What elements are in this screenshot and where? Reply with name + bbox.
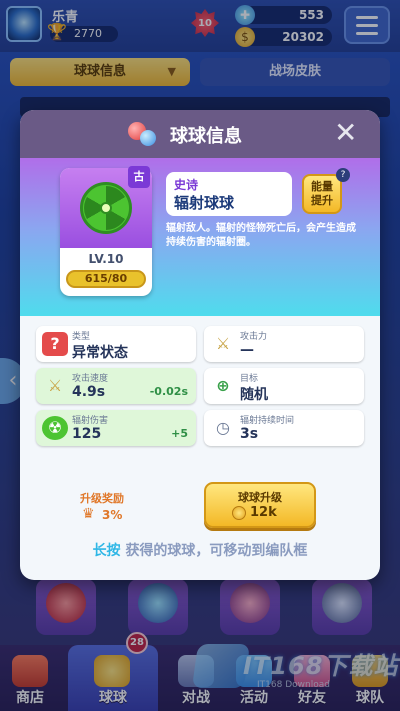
energy-boost-button[interactable]: 能量 提升 [302,174,342,214]
stat-label: 目标 [240,374,259,384]
stat-delta: +5 [171,427,188,440]
blue-ball-icon [140,130,156,146]
upgrade-cost: 12k [250,505,277,520]
help-icon[interactable]: ? [336,168,350,182]
upgrade-button-label: 球球升级 [238,491,282,504]
ball-info-modal: 球球信息 ✕ LV.10 615/80 古 史诗 辐射球球 能量 提升 ? 辐射… [20,110,380,580]
upgrade-reward-value: 3% [102,508,123,522]
stat-label: 攻击力 [240,332,268,342]
stat-target: ⊕ 目标 随机 [204,368,364,404]
stat-value: 125 [72,426,102,442]
stat-value: 3s [240,426,259,442]
question-icon: ? [42,332,68,356]
reward-icon: ♛ [82,506,95,522]
modal-title: 球球信息 [170,126,242,147]
stat-label: 辐射伤害 [72,416,109,426]
upgrade-progress: 615/80 [66,270,146,288]
rarity-badge: 古 [128,166,150,188]
coin-icon [232,506,246,520]
close-button[interactable]: ✕ [334,118,357,148]
hint-text: 长按 获得的球球，可移动到编队框 [20,540,380,560]
hint-body: 获得的球球，可移动到编队框 [125,543,308,559]
stat-value: 随机 [240,387,268,403]
stat-type: ? 类型 异常状态 [36,326,196,362]
stat-label: 辐射持续时间 [240,416,295,426]
ball-rarity: 史诗 [174,178,199,192]
stat-label: 类型 [72,332,91,342]
radiation-icon: ☢ [42,416,68,440]
stat-radiation-duration: ◷ 辐射持续时间 3s [204,410,364,446]
stat-attack: ⚔ 攻击力 — [204,326,364,362]
stat-label: 攻击速度 [72,374,109,384]
crossed-swords-icon: ⚔ [47,376,63,395]
stat-value: 4.9s [72,384,106,400]
clock-icon: ◷ [216,418,230,437]
upgrade-reward-label: 升级奖励 [80,492,124,505]
ball-description: 辐射敌人。辐射的怪物死亡后，会产生造成持续伤害的辐射圈。 [166,223,356,248]
ball-name: 辐射球球 [174,194,235,212]
ball-name-box: 史诗 辐射球球 [166,172,292,216]
sword-icon: ⚔ [215,334,231,353]
stat-delta: -0.02s [149,385,188,398]
stat-value: — [240,342,254,358]
stat-radiation-damage: ☢ 辐射伤害 125 +5 [36,410,196,446]
ball-upgrade-button[interactable]: 球球升级 12k [204,482,316,528]
hint-highlight: 长按 [92,543,121,559]
modal-header: 球球信息 ✕ [20,110,380,158]
stat-attack-speed: ⚔ 攻击速度 4.9s -0.02s [36,368,196,404]
ball-level: LV.10 [88,252,124,266]
stat-value: 异常状态 [72,345,128,361]
radiation-core [100,202,112,214]
target-icon: ⊕ [216,376,230,395]
